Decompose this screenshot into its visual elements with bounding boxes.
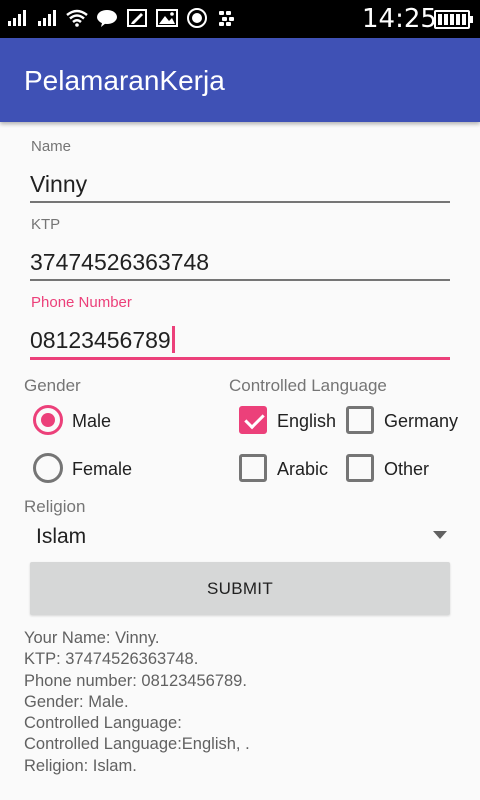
name-field-underline [30, 201, 450, 203]
radio-male[interactable] [33, 405, 63, 435]
checkbox-english[interactable] [239, 406, 267, 434]
name-label: Name [31, 138, 72, 155]
checkbox-germany[interactable] [346, 406, 374, 434]
result-line: Controlled Language: [24, 714, 182, 733]
ktp-label: KTP [31, 216, 61, 233]
radio-female-label[interactable]: Female [72, 458, 132, 480]
line-app-icon [96, 8, 118, 28]
submit-button[interactable]: SUBMIT [30, 562, 450, 615]
gender-label: Gender [24, 376, 81, 395]
bbm-icon [216, 8, 238, 28]
result-line: KTP: 37474526363748. [24, 650, 199, 669]
status-time: 14:25 [362, 4, 437, 34]
notification-icons [6, 8, 238, 28]
checkbox-other-label[interactable]: Other [384, 458, 429, 480]
signal-bars-1-icon [6, 8, 28, 28]
ktp-field[interactable]: 37474526363748 [30, 248, 209, 276]
radio-female[interactable] [33, 453, 63, 483]
app-title: PelamaranKerja [24, 65, 225, 96]
phone-label: Phone Number [31, 294, 132, 311]
edit-icon [126, 8, 148, 28]
ktp-field-underline [30, 279, 450, 281]
language-label: Controlled Language [229, 376, 387, 395]
name-field[interactable]: Vinny [30, 170, 87, 198]
result-line: Gender: Male. [24, 692, 129, 711]
text-cursor [171, 326, 175, 354]
gallery-icon [156, 8, 178, 28]
phone-field-text: 08123456789 [30, 327, 171, 353]
signal-bars-2-icon [36, 8, 58, 28]
phone-field-underline [30, 357, 450, 360]
dropdown-arrow-icon[interactable] [433, 531, 447, 539]
app-notification-icon [186, 8, 208, 28]
phone-field[interactable]: 08123456789 [30, 326, 175, 355]
result-text: Your Name: Vinny. KTP: 37474526363748. P… [24, 628, 250, 777]
religion-select[interactable]: Islam [36, 524, 86, 550]
checkbox-germany-label[interactable]: Germany [384, 410, 458, 432]
religion-label: Religion [24, 497, 86, 516]
result-line: Your Name: Vinny. [24, 629, 160, 647]
radio-male-label[interactable]: Male [72, 410, 111, 432]
app-bar: PelamaranKerja [0, 38, 480, 122]
checkbox-arabic[interactable] [239, 454, 267, 482]
checkbox-arabic-label[interactable]: Arabic [277, 458, 328, 480]
result-line: Controlled Language:English, . [24, 735, 250, 754]
result-line: Phone number: 08123456789. [24, 671, 247, 690]
result-line: Religion: Islam. [24, 756, 137, 775]
battery-icon [434, 10, 473, 29]
checkbox-english-label[interactable]: English [277, 410, 336, 432]
wifi-icon [66, 8, 88, 28]
checkbox-other[interactable] [346, 454, 374, 482]
status-bar: 14:25 [0, 0, 480, 38]
